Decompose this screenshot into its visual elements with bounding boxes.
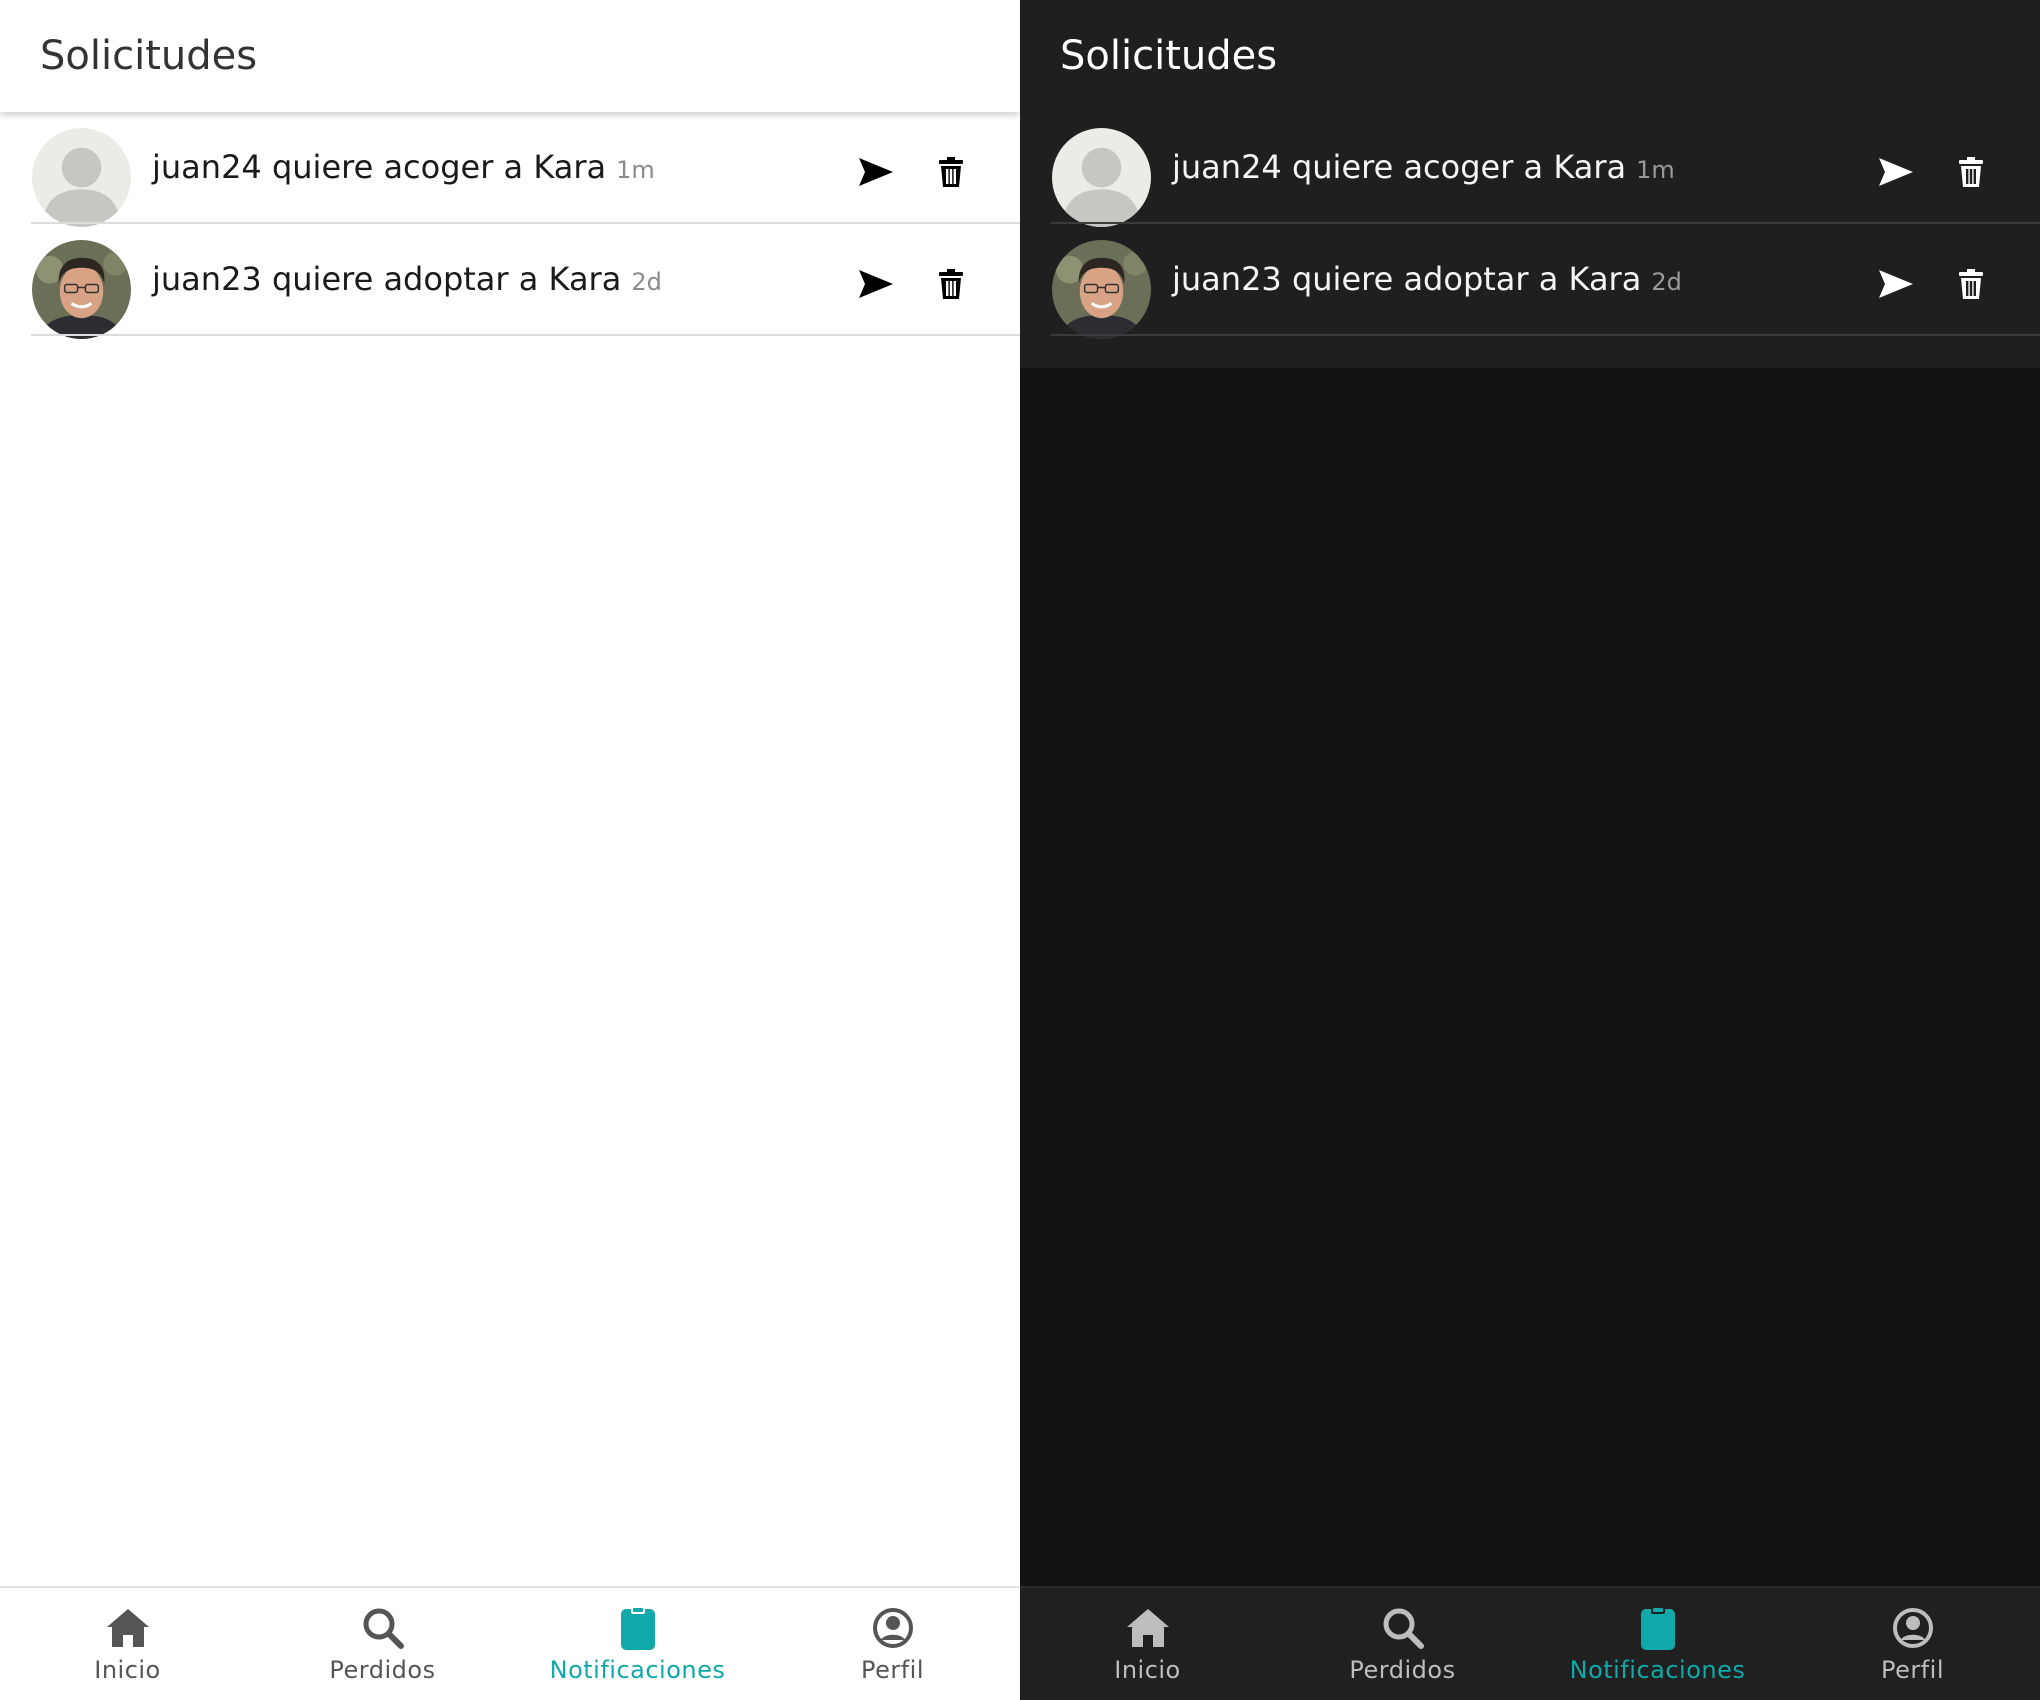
request-pet: Kara <box>1568 260 1642 298</box>
bottom-navigation: Inicio Perdidos Notificaciones Perfil <box>0 1586 1020 1700</box>
page-title: Solicitudes <box>1060 33 1278 79</box>
send-button[interactable] <box>1876 264 1916 304</box>
request-pet: Kara <box>533 148 607 186</box>
app-bar: Solicitudes <box>1020 0 2040 112</box>
requests-list: juan24 quiere acoger a Kara 1m juan23 qui… <box>0 112 1020 339</box>
bottom-navigation: Inicio Perdidos Notificaciones Perfil <box>1020 1586 2040 1700</box>
request-action: quiere acoger a <box>1291 148 1544 186</box>
nav-item-perfil[interactable]: Perfil <box>1785 1588 2040 1700</box>
nav-item-inicio[interactable]: Inicio <box>0 1588 255 1700</box>
trash-icon <box>939 269 963 299</box>
nav-label: Perdidos <box>1349 1656 1456 1684</box>
light-theme-screen: Solicitudes juan24 quiere acoger a Kara 1… <box>0 0 1020 1700</box>
send-icon <box>1879 158 1913 186</box>
clipboard-icon <box>614 1604 662 1652</box>
nav-item-notificaciones[interactable]: Notificaciones <box>510 1588 765 1700</box>
request-user: juan24 <box>152 148 262 186</box>
nav-label: Perfil <box>860 1656 925 1684</box>
nav-label: Notificaciones <box>1569 1656 1746 1684</box>
request-row[interactable]: juan24 quiere acoger a Kara 1m <box>0 112 1020 227</box>
request-row[interactable]: juan23 quiere adoptar a Kara 2d <box>0 224 1020 339</box>
request-pet: Kara <box>548 260 622 298</box>
nav-label: Notificaciones <box>549 1656 726 1684</box>
send-button[interactable] <box>1876 152 1916 192</box>
request-time: 2d <box>631 268 662 296</box>
request-pet: Kara <box>1553 148 1627 186</box>
request-time: 1m <box>616 156 655 184</box>
search-icon <box>359 1604 407 1652</box>
request-text: juan23 quiere adoptar a Kara 2d <box>1172 260 1682 298</box>
app-bar: Solicitudes <box>0 0 1020 112</box>
request-row[interactable]: juan24 quiere acoger a Kara 1m <box>1020 112 2040 227</box>
delete-button[interactable] <box>1951 152 1991 192</box>
nav-item-perdidos[interactable]: Perdidos <box>255 1588 510 1700</box>
dark-theme-screen: Solicitudes juan24 quiere acoger a Kara 1… <box>1020 0 2040 1700</box>
nav-item-perdidos[interactable]: Perdidos <box>1275 1588 1530 1700</box>
profile-icon <box>1889 1604 1937 1652</box>
clipboard-icon <box>1634 1604 1682 1652</box>
send-button[interactable] <box>856 152 896 192</box>
default-avatar <box>1052 128 1151 227</box>
request-user: juan23 <box>152 260 262 298</box>
trash-icon <box>1959 157 1983 187</box>
delete-button[interactable] <box>1951 264 1991 304</box>
home-icon <box>104 1604 152 1652</box>
user-photo-avatar <box>1052 240 1151 339</box>
nav-label: Perfil <box>1880 1656 1945 1684</box>
request-text: juan24 quiere acoger a Kara 1m <box>1172 148 1675 186</box>
request-row[interactable]: juan23 quiere adoptar a Kara 2d <box>1020 224 2040 339</box>
home-icon <box>1124 1604 1172 1652</box>
request-user: juan24 <box>1172 148 1282 186</box>
requests-list: juan24 quiere acoger a Kara 1m juan23 qui… <box>1020 112 2040 368</box>
request-text: juan23 quiere adoptar a Kara 2d <box>152 260 662 298</box>
nav-label: Inicio <box>94 1656 161 1684</box>
delete-button[interactable] <box>931 152 971 192</box>
trash-icon <box>1959 269 1983 299</box>
request-time: 2d <box>1651 268 1682 296</box>
send-icon <box>1879 270 1913 298</box>
search-icon <box>1379 1604 1427 1652</box>
send-icon <box>859 270 893 298</box>
nav-label: Perdidos <box>329 1656 436 1684</box>
default-avatar <box>32 128 131 227</box>
send-button[interactable] <box>856 264 896 304</box>
request-action: quiere adoptar a <box>1291 260 1559 298</box>
nav-item-inicio[interactable]: Inicio <box>1020 1588 1275 1700</box>
profile-icon <box>869 1604 917 1652</box>
request-user: juan23 <box>1172 260 1282 298</box>
trash-icon <box>939 157 963 187</box>
request-text: juan24 quiere acoger a Kara 1m <box>152 148 655 186</box>
delete-button[interactable] <box>931 264 971 304</box>
request-time: 1m <box>1636 156 1675 184</box>
page-title: Solicitudes <box>40 33 258 79</box>
request-action: quiere acoger a <box>271 148 524 186</box>
send-icon <box>859 158 893 186</box>
nav-item-notificaciones[interactable]: Notificaciones <box>1530 1588 1785 1700</box>
nav-label: Inicio <box>1114 1656 1181 1684</box>
request-action: quiere adoptar a <box>271 260 539 298</box>
user-photo-avatar <box>32 240 131 339</box>
nav-item-perfil[interactable]: Perfil <box>765 1588 1020 1700</box>
